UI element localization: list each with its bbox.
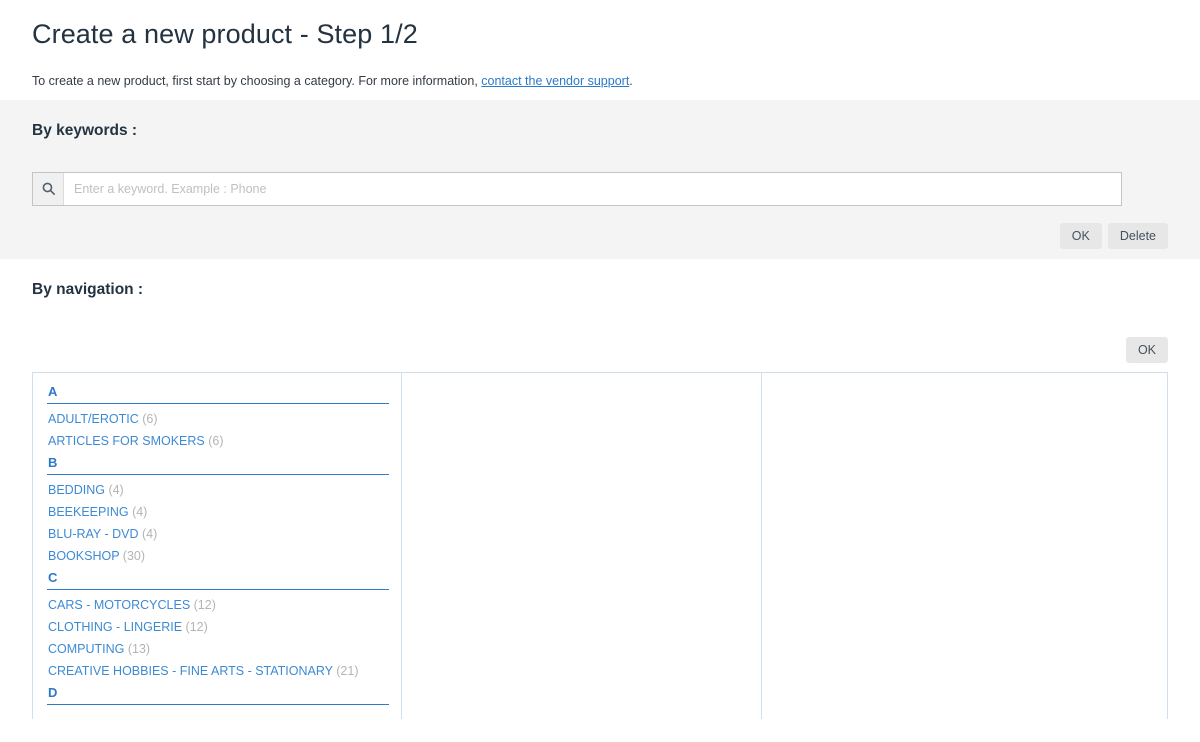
category-item-count: (6): [208, 434, 224, 448]
navigation-button-row: OK: [32, 336, 1168, 363]
category-letter-heading: C: [47, 567, 389, 590]
category-item-count: (21): [336, 664, 359, 678]
category-item-count: (12): [185, 620, 208, 634]
create-product-page: Create a new product - Step 1/2 To creat…: [0, 0, 1200, 742]
category-browser: A ADULT/EROTIC (6) ARTICLES FOR SMOKERS (6…: [32, 372, 1168, 719]
category-item-label: ADULT/EROTIC: [48, 412, 143, 426]
category-item[interactable]: BEDDING (4): [47, 479, 389, 501]
page-header: Create a new product - Step 1/2 To creat…: [0, 0, 1200, 100]
category-item-label: CREATIVE HOBBIES - FINE ARTS - STATIONAR…: [48, 664, 337, 678]
category-letter-heading: A: [47, 381, 389, 404]
category-letter-heading: D: [47, 682, 389, 705]
keywords-button-row: OK Delete: [1059, 222, 1168, 249]
intro-text: To create a new product, first start by …: [32, 74, 1200, 100]
category-item-label: COMPUTING: [48, 642, 128, 656]
category-item[interactable]: BLU-RAY - DVD (4): [47, 523, 389, 545]
vendor-support-link[interactable]: contact the vendor support: [481, 74, 629, 88]
keywords-panel: By keywords : OK Delete: [0, 99, 1200, 259]
intro-text-before: To create a new product, first start by …: [32, 73, 482, 88]
category-item-count: (4): [132, 505, 148, 519]
category-item-label: BEDDING: [48, 483, 109, 497]
category-item-label: BOOKSHOP: [48, 549, 123, 563]
category-column-2[interactable]: [402, 373, 762, 719]
navigation-heading: By navigation :: [32, 280, 144, 298]
keywords-ok-button[interactable]: OK: [1059, 222, 1102, 249]
category-item[interactable]: CLOTHING - LINGERIE (12): [47, 616, 389, 638]
category-item[interactable]: ARTICLES FOR SMOKERS (6): [47, 430, 389, 452]
category-item-label: ARTICLES FOR SMOKERS: [48, 434, 209, 448]
category-item[interactable]: BOOKSHOP (30): [47, 545, 389, 567]
category-item[interactable]: ADULT/EROTIC (6): [47, 408, 389, 430]
category-item-label: CLOTHING - LINGERIE: [48, 620, 186, 634]
category-column-3[interactable]: [762, 373, 1121, 719]
category-column-1[interactable]: A ADULT/EROTIC (6) ARTICLES FOR SMOKERS (6…: [33, 373, 402, 719]
category-item[interactable]: CREATIVE HOBBIES - FINE ARTS - STATIONAR…: [47, 660, 389, 682]
category-item[interactable]: BEEKEEPING (4): [47, 501, 389, 523]
keyword-input-group: [32, 171, 1122, 206]
navigation-ok-button[interactable]: OK: [1125, 336, 1168, 363]
category-item-label: BEEKEEPING: [48, 505, 133, 519]
category-item-count: (30): [122, 549, 146, 563]
category-item-count: (6): [142, 412, 158, 426]
keyword-search-row: [32, 171, 1168, 206]
category-item-count: (13): [127, 642, 151, 656]
navigation-section: By navigation : OK A ADULT/EROTIC (6) ARTI…: [0, 258, 1200, 719]
category-item-count: (4): [142, 527, 158, 541]
category-letter-heading: B: [47, 452, 389, 475]
keywords-heading: By keywords :: [32, 121, 138, 139]
category-item-label: CARS - MOTORCYCLES: [48, 598, 194, 612]
category-item-count: (12): [193, 598, 216, 612]
intro-text-after: .: [629, 73, 633, 88]
search-icon: [33, 172, 64, 205]
category-item-count: (4): [108, 483, 124, 497]
keyword-search-input[interactable]: [64, 172, 1121, 205]
category-item[interactable]: CARS - MOTORCYCLES (12): [47, 594, 389, 616]
keywords-delete-button[interactable]: Delete: [1107, 222, 1168, 249]
page-title: Create a new product - Step 1/2: [32, 19, 418, 49]
category-item[interactable]: COMPUTING (13): [47, 638, 389, 660]
category-item-label: BLU-RAY - DVD: [48, 527, 143, 541]
